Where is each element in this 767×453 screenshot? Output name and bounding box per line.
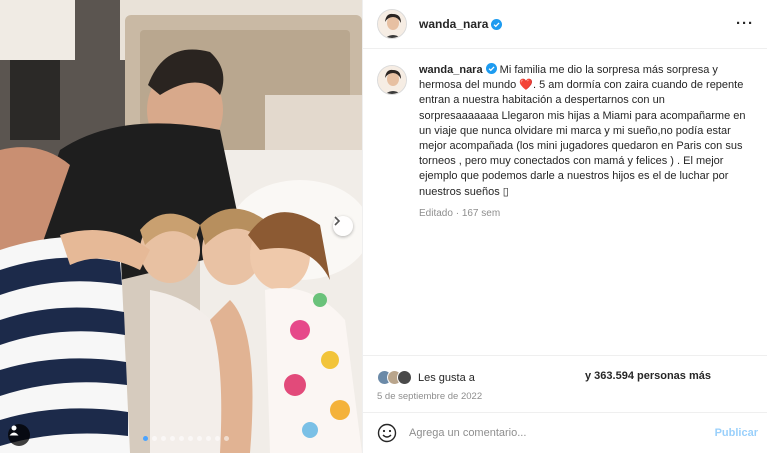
likes-prefix: Les gusta a (418, 371, 475, 384)
username-link[interactable]: wanda_nara (419, 17, 488, 31)
verified-badge-icon (491, 18, 503, 30)
more-options-icon[interactable]: ··· (736, 15, 754, 32)
publish-button[interactable]: Publicar (715, 427, 758, 439)
carousel-dot (188, 436, 193, 441)
family-photo-image (0, 0, 362, 453)
caption-username[interactable]: wanda_nara (419, 64, 483, 76)
chevron-right-icon (334, 216, 341, 226)
post-age[interactable]: 167 sem (462, 208, 500, 219)
avatar[interactable] (377, 9, 407, 39)
caption-meta: Editado · 167 sem (419, 208, 747, 219)
post-side-panel: wanda_nara ··· wanda_nara Mi familia me … (362, 0, 767, 453)
carousel-dot (224, 436, 229, 441)
carousel-indicator (143, 436, 229, 441)
caption-part2: . 5 am dormía con zaira cuando de repent… (419, 79, 746, 198)
heart-emoji: ❤️ (519, 79, 533, 92)
tagged-users-button[interactable] (8, 424, 30, 446)
carousel-dot (170, 436, 175, 441)
comment-bar: Publicar (363, 412, 767, 453)
profile-picture (378, 66, 406, 94)
post-caption: wanda_nara Mi familia me dio la sorpresa… (377, 63, 757, 219)
emoji-icon[interactable] (377, 423, 397, 443)
likes-count[interactable]: y 363.594 personas más (585, 370, 711, 382)
caption-trailing-glyph: ▯ (502, 185, 509, 198)
carousel-dot (215, 436, 220, 441)
post-date[interactable]: 5 de septiembre de 2022 (377, 391, 482, 402)
carousel-dot (152, 436, 157, 441)
profile-picture (378, 10, 406, 38)
carousel-dot (161, 436, 166, 441)
avatar (397, 370, 412, 385)
liker-avatars (377, 370, 412, 385)
next-slide-button[interactable] (333, 216, 353, 236)
carousel-dot (143, 436, 148, 441)
edited-label: Editado (419, 207, 453, 219)
carousel-dot (206, 436, 211, 441)
user-tag-icon (9, 425, 19, 436)
likes-summary[interactable]: Les gusta a y 363.594 personas más (377, 370, 711, 385)
comment-input[interactable] (409, 427, 699, 439)
caption-text: wanda_nara Mi familia me dio la sorpresa… (419, 63, 747, 200)
post-header: wanda_nara ··· (363, 0, 767, 49)
carousel-dot (179, 436, 184, 441)
caption-avatar[interactable] (377, 65, 407, 95)
verified-badge-icon (485, 63, 497, 74)
post-photo[interactable] (0, 0, 362, 453)
divider (363, 355, 767, 356)
carousel-dot (197, 436, 202, 441)
